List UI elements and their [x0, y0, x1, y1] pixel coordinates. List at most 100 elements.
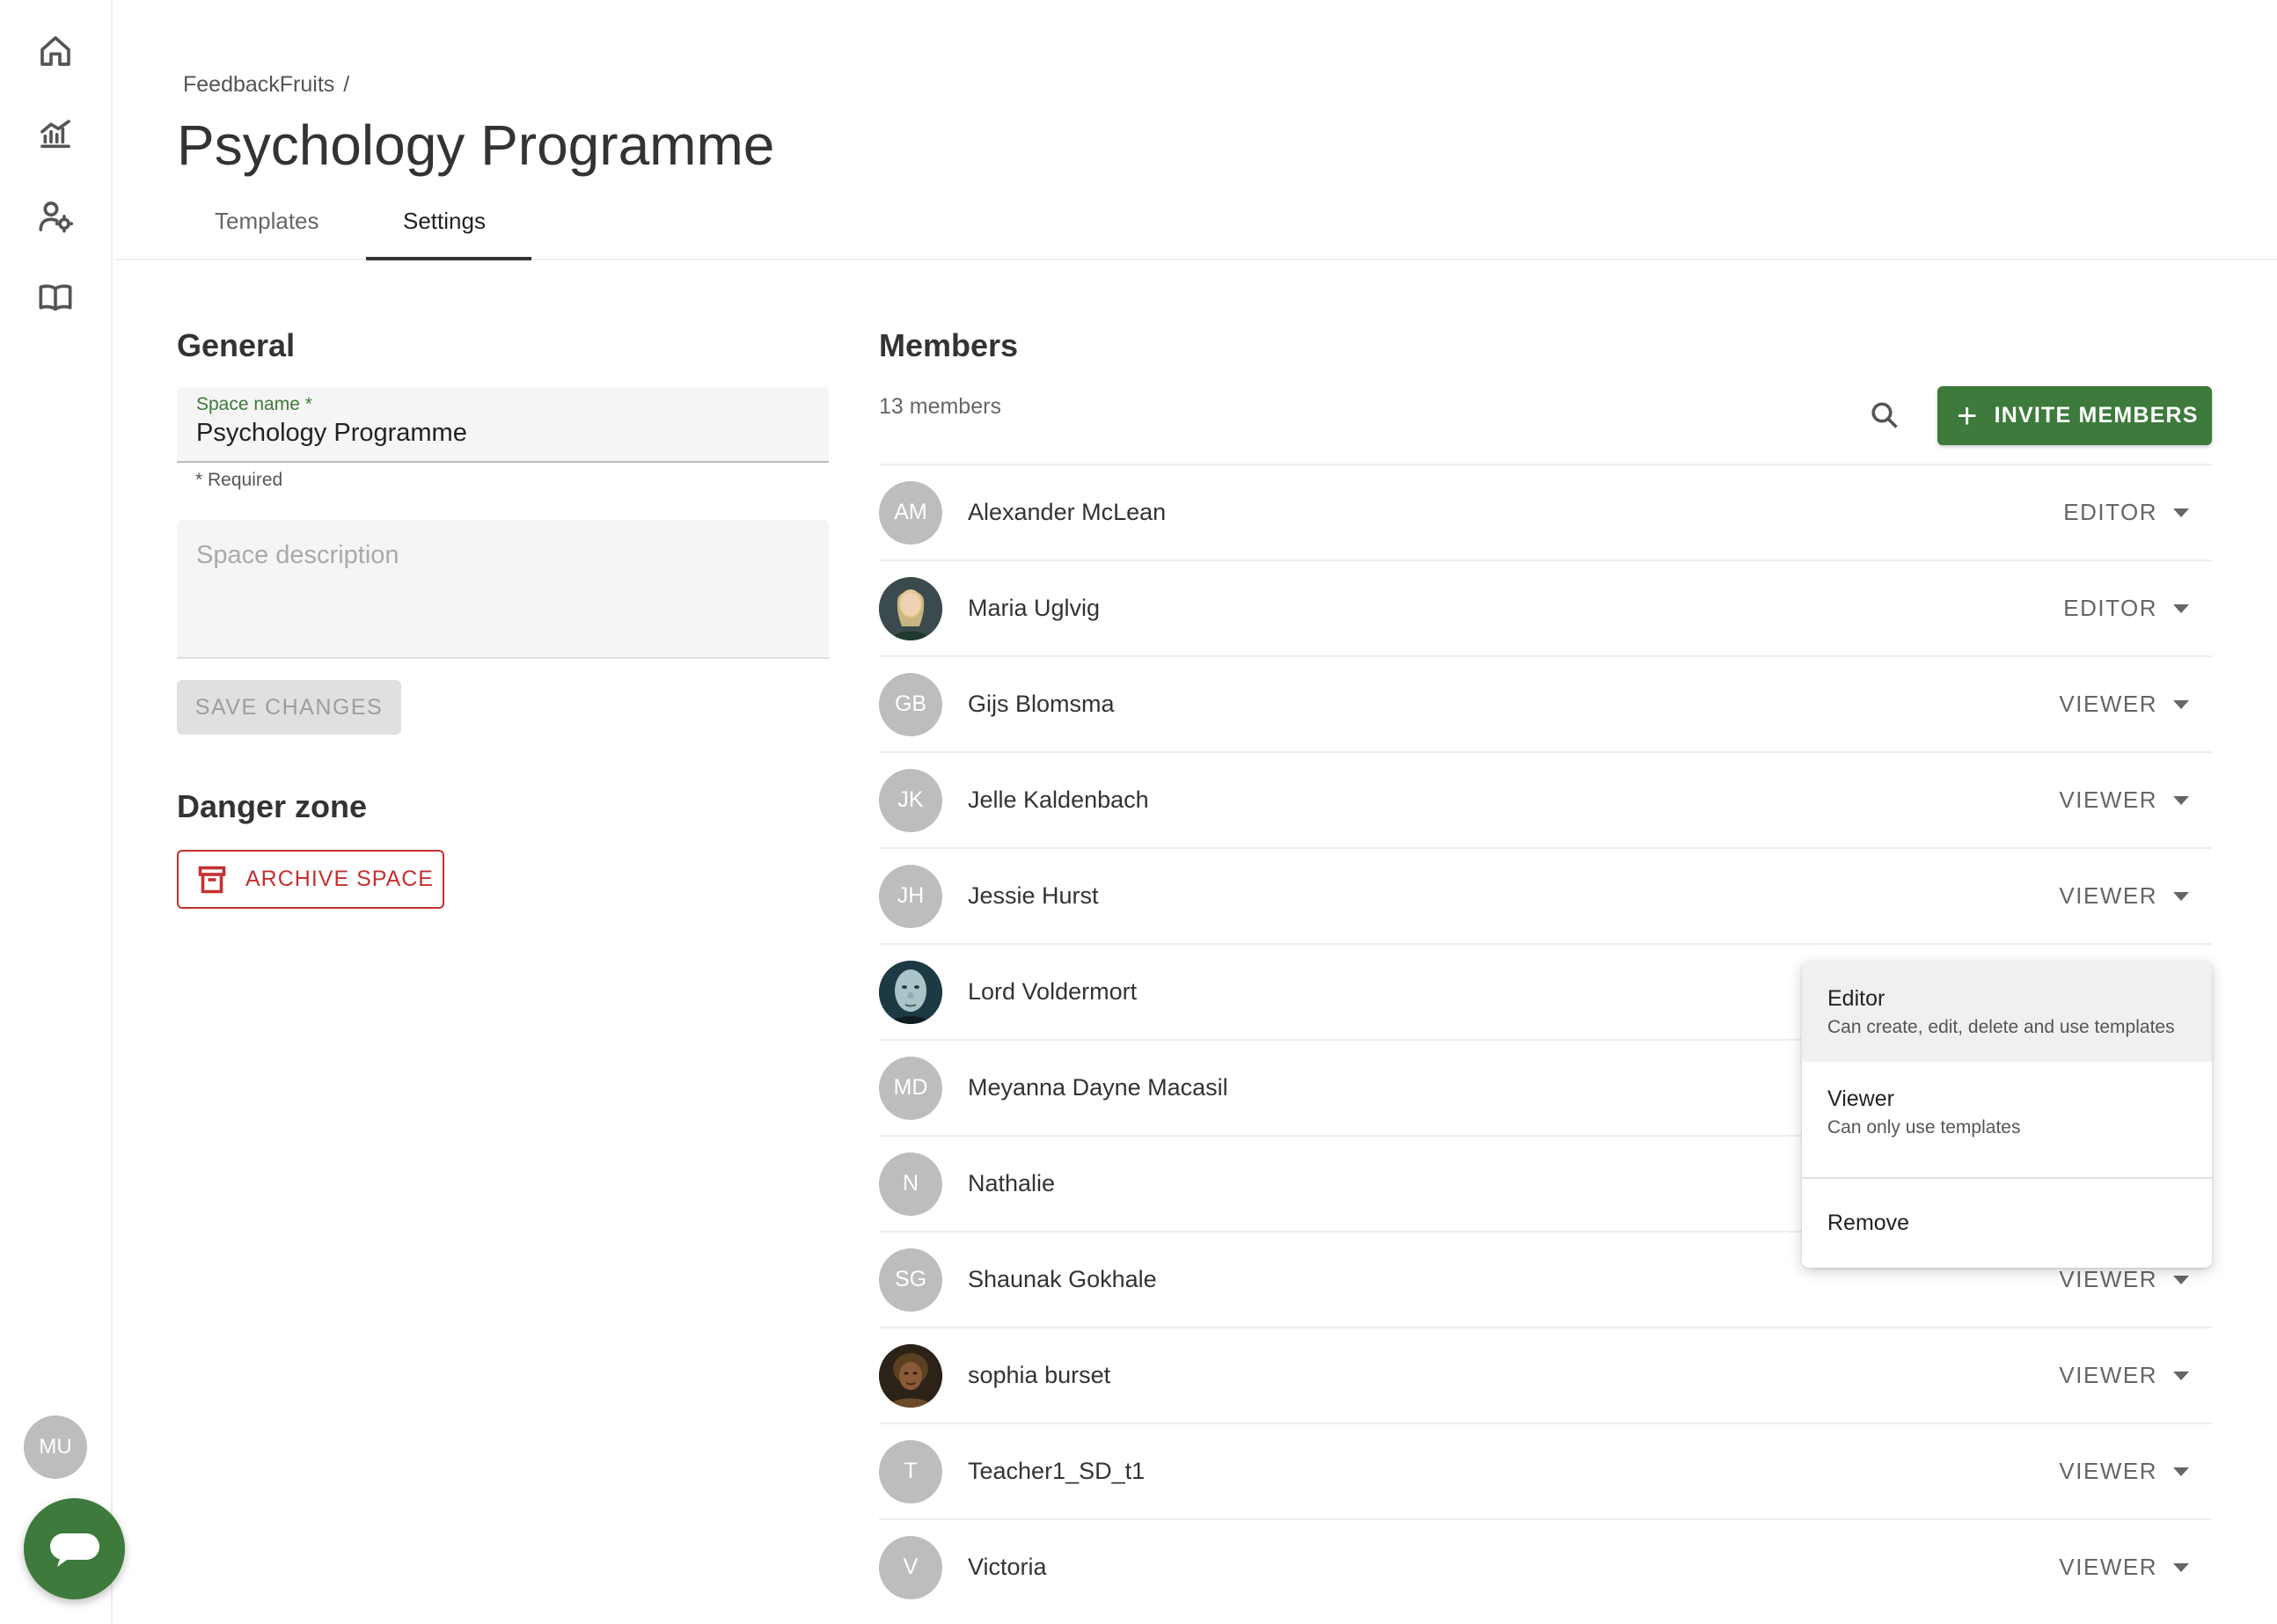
archive-space-button[interactable]: ARCHIVE SPACE	[177, 850, 444, 909]
member-avatar-photo	[879, 576, 942, 640]
member-name: Jessie Hurst	[968, 882, 1099, 909]
member-name: Nathalie	[968, 1170, 1056, 1196]
member-role-dropdown[interactable]: VIEWER	[2059, 753, 2189, 847]
member-role-label: VIEWER	[2059, 691, 2157, 717]
member-role-dropdown[interactable]: VIEWER	[2059, 1424, 2189, 1518]
member-role-label: VIEWER	[2059, 786, 2157, 813]
invite-members-label: INVITE MEMBERS	[1994, 403, 2199, 428]
member-role-dropdown[interactable]: VIEWER	[2059, 1328, 2189, 1423]
member-name: Jelle Kaldenbach	[968, 786, 1149, 813]
member-name: Victoria	[968, 1554, 1047, 1580]
member-role-label: EDITOR	[2063, 595, 2157, 621]
general-title: General	[177, 327, 296, 363]
search-icon[interactable]	[1869, 399, 1904, 435]
home-icon[interactable]	[35, 31, 76, 71]
active-tab-indicator	[366, 257, 531, 260]
member-name: Gijs Blomsma	[968, 691, 1115, 717]
member-row: AM Alexander McLean EDITOR	[879, 464, 2212, 560]
page-header: FeedbackFruits / Psychology Programme Tem…	[114, 0, 2277, 260]
danger-zone-title: Danger zone	[177, 788, 368, 824]
caret-down-icon	[2173, 1371, 2189, 1380]
member-role-dropdown[interactable]: VIEWER	[2059, 849, 2189, 943]
tab-settings[interactable]: Settings	[403, 208, 486, 235]
member-row: JH Jessie Hurst VIEWER	[879, 847, 2212, 943]
page-title: Psychology Programme	[177, 113, 775, 177]
member-role-label: VIEWER	[2059, 1458, 2157, 1484]
member-avatar: JH	[879, 864, 942, 928]
sidebar: MU	[0, 0, 125, 1624]
members-count: 13 members	[879, 394, 1001, 419]
caret-down-icon	[2173, 699, 2189, 709]
space-name-input[interactable]: Psychology Programme	[196, 419, 467, 448]
analytics-icon[interactable]	[35, 114, 76, 155]
archive-icon	[198, 866, 226, 893]
required-helper-text: * Required	[195, 470, 283, 490]
archive-space-label: ARCHIVE SPACE	[245, 867, 434, 891]
chat-button[interactable]	[24, 1498, 125, 1599]
role-menu-remove-label: Remove	[1827, 1211, 1910, 1235]
space-description-field[interactable]: Space description	[177, 520, 829, 659]
member-avatar: AM	[879, 480, 942, 545]
member-name: Alexander McLean	[968, 499, 1167, 525]
member-role-label: VIEWER	[2059, 1266, 2157, 1292]
member-role-dropdown[interactable]: EDITOR	[2063, 465, 2189, 560]
caret-down-icon	[2173, 795, 2189, 805]
book-icon[interactable]	[35, 277, 76, 318]
member-row: V Victoria VIEWER	[879, 1518, 2212, 1614]
member-row: JK Jelle Kaldenbach VIEWER	[879, 751, 2212, 847]
user-settings-icon[interactable]	[35, 196, 76, 237]
role-menu-editor-title: Editor	[1827, 986, 1885, 1011]
member-role-label: VIEWER	[2059, 882, 2157, 909]
member-row: GB Gijs Blomsma VIEWER	[879, 655, 2212, 751]
plus-icon: +	[1957, 396, 1979, 435]
space-description-placeholder: Space description	[196, 541, 399, 569]
member-name: Shaunak Gokhale	[968, 1266, 1157, 1292]
member-role-dropdown[interactable]: VIEWER	[2059, 657, 2189, 751]
member-avatar: GB	[879, 672, 942, 736]
member-role-dropdown[interactable]: VIEWER	[2059, 1520, 2189, 1614]
member-avatar: SG	[879, 1247, 942, 1312]
member-name: Lord Voldermort	[968, 978, 1138, 1005]
member-role-label: VIEWER	[2059, 1362, 2157, 1388]
caret-down-icon	[2173, 1562, 2189, 1572]
save-changes-button[interactable]: SAVE CHANGES	[177, 680, 401, 735]
member-avatar: N	[879, 1152, 942, 1216]
member-name: Teacher1_SD_t1	[968, 1458, 1146, 1484]
role-menu-editor[interactable]: Editor Can create, edit, delete and use …	[1802, 962, 2212, 1062]
role-menu-remove[interactable]: Remove	[1802, 1179, 2212, 1268]
member-role-label: VIEWER	[2059, 1554, 2157, 1580]
member-avatar: V	[879, 1535, 942, 1599]
member-avatar: JK	[879, 768, 942, 832]
member-avatar: MD	[879, 1056, 942, 1120]
tab-templates[interactable]: Templates	[215, 208, 319, 235]
caret-down-icon	[2173, 891, 2189, 901]
caret-down-icon	[2173, 508, 2189, 517]
member-avatar: T	[879, 1439, 942, 1503]
role-menu-editor-desc: Can create, edit, delete and use templat…	[1827, 1017, 2175, 1037]
role-menu: Editor Can create, edit, delete and use …	[1802, 962, 2212, 1268]
breadcrumb: FeedbackFruits /	[183, 72, 349, 98]
caret-down-icon	[2173, 1467, 2189, 1476]
breadcrumb-root[interactable]: FeedbackFruits	[183, 72, 334, 97]
member-row: T Teacher1_SD_t1 VIEWER	[879, 1423, 2212, 1518]
space-name-field[interactable]: Space name * Psychology Programme	[177, 387, 829, 463]
member-name: sophia burset	[968, 1362, 1111, 1388]
invite-members-button[interactable]: + INVITE MEMBERS	[1937, 386, 2212, 445]
member-role-label: EDITOR	[2063, 499, 2157, 525]
caret-down-icon	[2173, 604, 2189, 613]
role-menu-viewer-title: Viewer	[1827, 1086, 1894, 1111]
user-avatar[interactable]: MU	[24, 1416, 87, 1479]
role-menu-viewer[interactable]: Viewer Can only use templates	[1802, 1062, 2212, 1162]
member-row: sophia burset VIEWER	[879, 1327, 2212, 1423]
member-name: Maria Uglvig	[968, 595, 1101, 621]
breadcrumb-separator: /	[343, 72, 350, 97]
member-avatar-photo	[879, 960, 942, 1024]
chat-icon	[49, 1533, 99, 1567]
member-row: Maria Uglvig EDITOR	[879, 560, 2212, 655]
space-name-label: Space name *	[196, 394, 312, 414]
caret-down-icon	[2173, 1275, 2189, 1284]
members-title: Members	[879, 327, 1019, 363]
role-menu-viewer-desc: Can only use templates	[1827, 1117, 2021, 1138]
member-name: Meyanna Dayne Macasil	[968, 1074, 1228, 1101]
member-role-dropdown[interactable]: EDITOR	[2063, 561, 2189, 655]
